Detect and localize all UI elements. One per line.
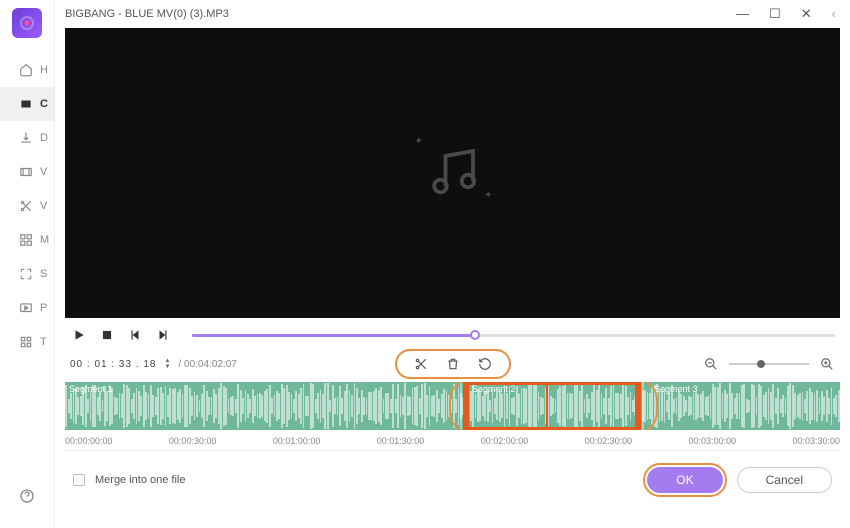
grid-icon [18,232,34,248]
close-button[interactable]: ✕ [797,6,816,22]
delete-button[interactable] [445,356,461,372]
nav-label: M [40,234,49,246]
video-icon [18,164,34,180]
nav-player[interactable]: P [0,291,54,325]
nav-label: T [40,336,47,348]
time-toolbar: 00 : 01 : 33 . 18 ▲▼ / 00:04:02:07 [55,352,850,376]
zoom-in-button[interactable] [819,356,835,372]
split-button[interactable] [413,356,429,372]
nav-label: V [40,200,47,212]
apps-icon [18,334,34,350]
home-icon [18,62,34,78]
preview-area: ✦ ✦ [65,28,840,318]
segment-label: Segment 1 [69,384,113,394]
nav-download[interactable]: D [0,121,54,155]
merge-checkbox[interactable] [73,474,85,486]
app-logo [12,8,42,38]
nav-merge[interactable]: M [0,223,54,257]
time-ruler: 00:00:00:00 00:00:30:00 00:01:00:00 00:0… [65,430,840,451]
transport-bar [55,318,850,352]
segment-label: Segment 2 [472,384,516,394]
annotation-oval: OK [643,463,726,497]
ruler-tick: 00:03:30:00 [792,436,840,446]
waveform[interactable]: Segment 1 Segment 2 Segment 3 [65,382,840,430]
prev-button[interactable] [126,326,144,344]
ok-button[interactable]: OK [647,467,722,493]
nav-label: V [40,166,47,178]
ruler-tick: 00:00:00:00 [65,436,113,446]
play-button[interactable] [70,326,88,344]
tv-icon [18,300,34,316]
nav-cut[interactable]: V [0,189,54,223]
stop-button[interactable] [98,326,116,344]
window-title: BIGBANG - BLUE MV(0) (3).MP3 [65,8,229,20]
minimize-button[interactable]: ― [732,6,753,22]
segment-divider[interactable] [460,382,462,430]
merge-label: Merge into one file [95,474,186,486]
next-button[interactable] [154,326,172,344]
scissors-icon [18,198,34,214]
reset-button[interactable] [477,356,493,372]
progress-slider[interactable] [192,334,835,337]
nav-label: S [40,268,47,280]
download-icon [18,130,34,146]
nav-toolbox[interactable]: T [0,325,54,359]
ruler-tick: 00:03:00:00 [689,436,737,446]
nav-label: H [40,64,48,76]
help-button[interactable] [0,479,54,513]
ruler-tick: 00:01:00:00 [273,436,321,446]
nav-convert[interactable]: C [0,87,54,121]
nav-label: C [40,98,48,110]
time-stepper[interactable]: ▲▼ [165,358,171,370]
convert-icon [18,96,34,112]
segment-label: Segment 3 [654,384,698,394]
ruler-tick: 00:02:00:00 [481,436,529,446]
zoom-slider[interactable] [729,363,809,365]
playhead[interactable] [546,382,548,430]
main-panel: BIGBANG - BLUE MV(0) (3).MP3 ― ☐ ✕ ‹ ✦ ✦ [55,0,850,528]
cancel-button[interactable]: Cancel [737,467,832,493]
nav-screen[interactable]: S [0,257,54,291]
sidebar: H C D V V M S P T [0,0,55,528]
ruler-tick: 00:02:30:00 [585,436,633,446]
nav-label: D [40,132,48,144]
zoom-out-button[interactable] [703,356,719,372]
nav-home[interactable]: H [0,53,54,87]
zoom-controls [703,356,835,372]
ruler-tick: 00:01:30:00 [377,436,425,446]
collapse-button[interactable]: ‹ [828,6,840,22]
nav-video[interactable]: V [0,155,54,189]
segment-divider[interactable] [642,382,644,430]
current-time-input[interactable]: 00 : 01 : 33 . 18 [70,359,157,370]
edit-tools-group [395,349,511,379]
expand-icon [18,266,34,282]
maximize-button[interactable]: ☐ [765,6,785,22]
duration-label: / 00:04:02:07 [178,359,236,370]
ruler-tick: 00:00:30:00 [169,436,217,446]
music-placeholder-icon: ✦ ✦ [423,141,483,206]
footer-bar: Merge into one file OK Cancel [55,451,850,509]
titlebar: BIGBANG - BLUE MV(0) (3).MP3 ― ☐ ✕ ‹ [55,0,850,28]
nav-label: P [40,302,47,314]
waveform-area: Segment 1 Segment 2 Segment 3 00:00:00:0… [65,382,840,451]
